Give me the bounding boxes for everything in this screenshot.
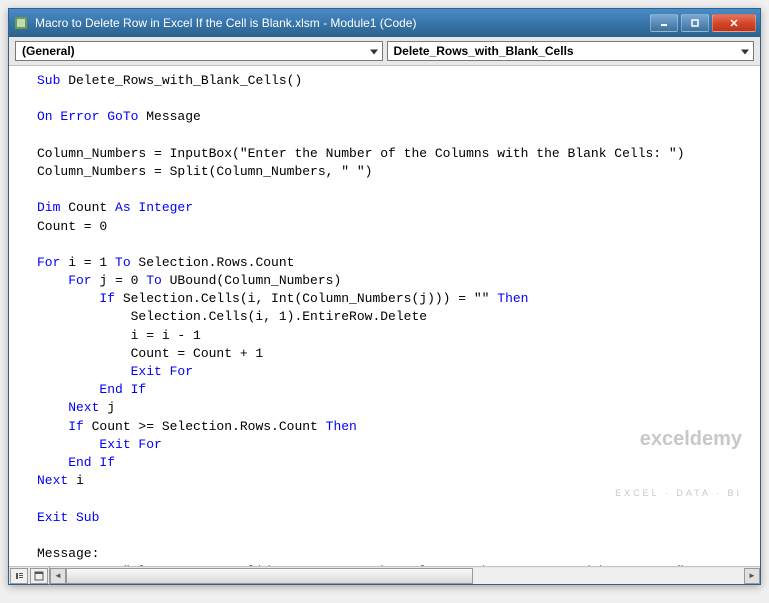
window-title: Macro to Delete Row in Excel If the Cell… xyxy=(35,16,650,30)
watermark-sub: EXCEL · DATA · BI xyxy=(615,489,742,498)
scroll-track[interactable] xyxy=(66,568,744,584)
view-buttons xyxy=(9,567,50,585)
titlebar[interactable]: Macro to Delete Row in Excel If the Cell… xyxy=(9,9,760,37)
object-value: (General) xyxy=(22,44,75,58)
vba-editor-window: Macro to Delete Row in Excel If the Cell… xyxy=(8,8,761,585)
maximize-button[interactable] xyxy=(681,14,709,32)
scroll-thumb[interactable] xyxy=(66,568,473,584)
object-dropdown[interactable]: (General) xyxy=(15,41,383,61)
window-controls xyxy=(650,14,756,32)
dropdown-bar: (General) Delete_Rows_with_Blank_Cells xyxy=(9,37,760,66)
scroll-right-arrow[interactable]: ► xyxy=(744,568,760,584)
procedure-value: Delete_Rows_with_Blank_Cells xyxy=(394,44,574,58)
procedure-dropdown[interactable]: Delete_Rows_with_Blank_Cells xyxy=(387,41,755,61)
full-module-view-button[interactable] xyxy=(30,568,48,584)
scroll-left-arrow[interactable]: ◄ xyxy=(50,568,66,584)
app-icon xyxy=(13,15,29,31)
code-editor[interactable]: Sub Delete_Rows_with_Blank_Cells() On Er… xyxy=(9,66,760,566)
minimize-button[interactable] xyxy=(650,14,678,32)
watermark-main: exceldemy xyxy=(615,429,742,449)
watermark: exceldemy EXCEL · DATA · BI xyxy=(615,389,742,538)
close-button[interactable] xyxy=(712,14,756,32)
horizontal-scrollbar[interactable]: ◄ ► xyxy=(50,568,760,584)
procedure-view-button[interactable] xyxy=(10,568,28,584)
bottom-bar: ◄ ► xyxy=(9,566,760,584)
